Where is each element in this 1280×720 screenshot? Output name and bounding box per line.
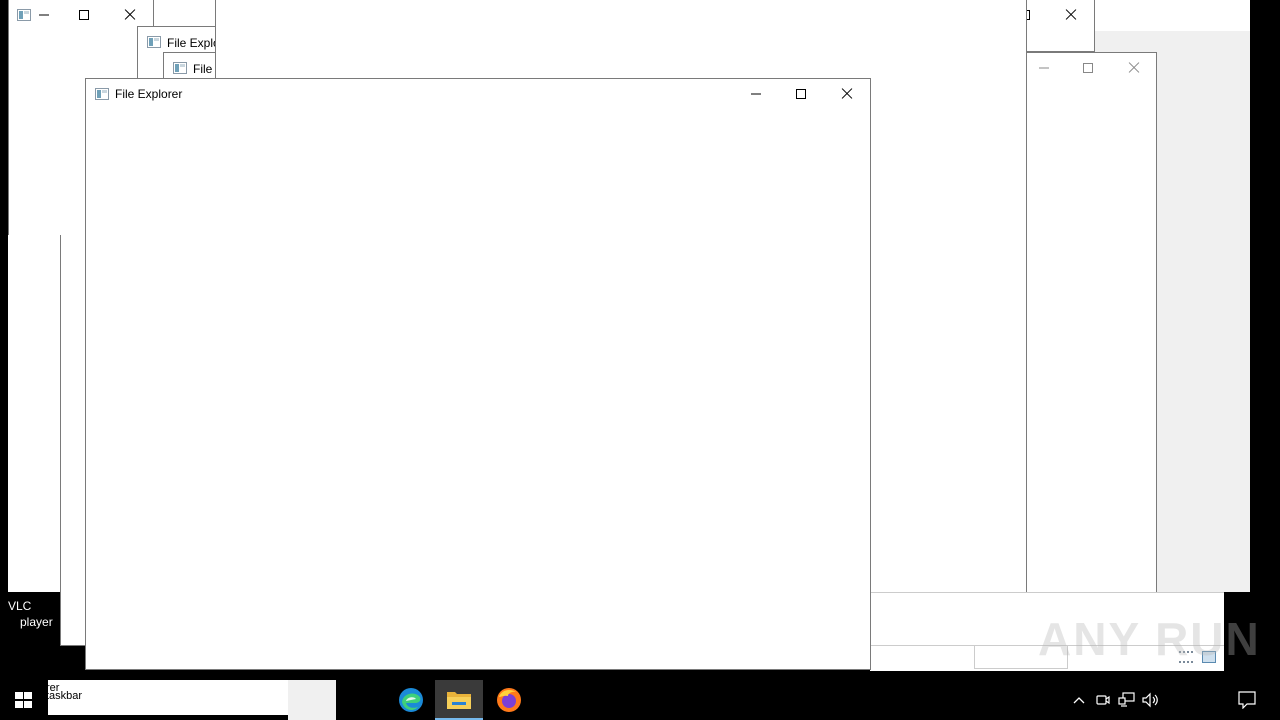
- file-explorer-app-icon: [95, 88, 109, 100]
- maximize-icon: [1083, 63, 1093, 73]
- maximize-button[interactable]: [1065, 53, 1111, 83]
- background-window-left-body-2: [60, 235, 87, 646]
- start-button[interactable]: [0, 680, 48, 720]
- windows-logo-icon: [15, 692, 32, 708]
- window-app-icon: [173, 62, 187, 74]
- close-icon: [840, 87, 854, 101]
- chevron-up-icon: [1073, 697, 1085, 704]
- background-window-right[interactable]: [1020, 52, 1157, 644]
- watermark: ANY RUN: [1038, 613, 1261, 665]
- file-explorer-window[interactable]: File Explorer: [85, 78, 871, 670]
- close-icon: [123, 8, 137, 22]
- background-window-left-body: [8, 235, 61, 592]
- minimize-icon: [1039, 67, 1049, 69]
- close-button[interactable]: [1048, 0, 1094, 30]
- maximize-icon: [796, 89, 806, 99]
- close-button[interactable]: [1111, 53, 1156, 83]
- titlebar[interactable]: File Explorer: [86, 79, 870, 109]
- minimize-button[interactable]: [733, 79, 779, 109]
- search-box[interactable]: rer taskbar: [48, 680, 288, 715]
- taskbar-edge[interactable]: [387, 680, 435, 720]
- task-view-area[interactable]: [288, 680, 336, 720]
- tray-network[interactable]: [1115, 680, 1139, 720]
- titlebar[interactable]: [9, 0, 153, 30]
- firefox-icon: [497, 688, 521, 712]
- taskbar-file-explorer[interactable]: [435, 680, 483, 720]
- window-app-icon: [147, 36, 161, 48]
- desktop-icon-label-line2: player: [20, 615, 53, 629]
- taskbar: rer taskbar: [0, 680, 1280, 720]
- window-title: File: [193, 62, 213, 76]
- minimize-icon: [39, 14, 49, 16]
- taskbar-firefox[interactable]: [485, 680, 533, 720]
- minimize-button[interactable]: [1021, 53, 1067, 83]
- tray-volume[interactable]: [1139, 680, 1163, 720]
- notification-icon: [1238, 691, 1256, 709]
- tray-chevron[interactable]: [1067, 680, 1091, 720]
- minimize-icon: [751, 93, 761, 95]
- maximize-icon: [79, 10, 89, 20]
- tray-notifications[interactable]: [1234, 680, 1258, 720]
- close-icon: [1127, 61, 1141, 75]
- edge-icon: [399, 688, 423, 712]
- close-button[interactable]: [824, 79, 870, 109]
- file-explorer-icon: [447, 692, 471, 709]
- volume-icon: [1142, 692, 1158, 708]
- close-icon: [1064, 8, 1078, 22]
- network-icon: [1118, 692, 1135, 707]
- meet-now-icon: [1096, 695, 1110, 705]
- maximize-button[interactable]: [778, 79, 824, 109]
- window-title: File Explorer: [115, 87, 183, 101]
- desktop-icon-label-line1: VLC: [8, 599, 32, 613]
- background-window-top-strip: [154, 0, 216, 26]
- window-content: [86, 109, 870, 669]
- maximize-button[interactable]: [61, 0, 107, 30]
- search-text-line2: taskbar: [48, 690, 83, 702]
- window-title: File Explo: [167, 36, 217, 50]
- tray-meet-now[interactable]: [1091, 680, 1115, 720]
